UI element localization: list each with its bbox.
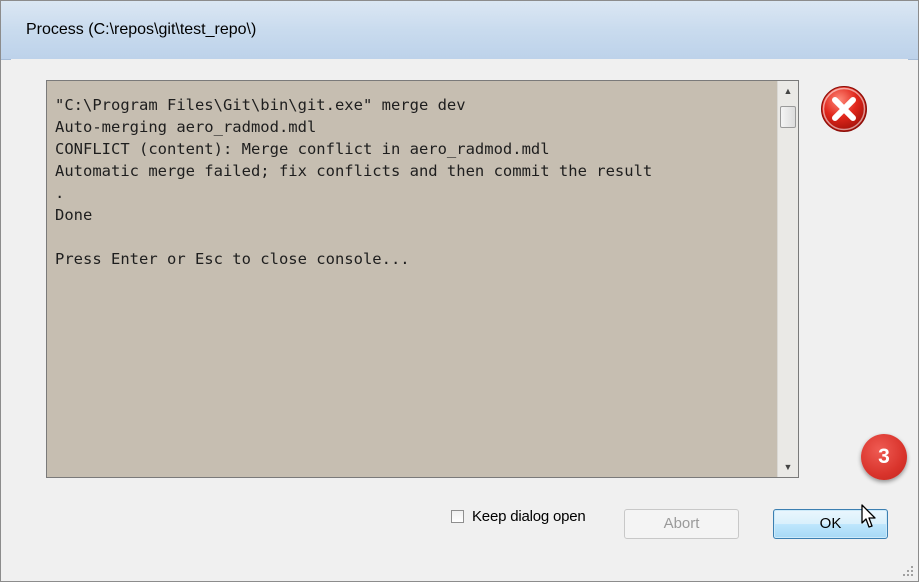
error-icon [821,86,867,132]
abort-button[interactable]: Abort [624,509,739,539]
dialog-body: "C:\Program Files\Git\bin\git.exe" merge… [11,59,908,571]
scroll-up-icon[interactable]: ▲ [778,81,798,101]
title-bar[interactable]: Process (C:\repos\git\test_repo\) [1,1,918,60]
console-output-text: "C:\Program Files\Git\bin\git.exe" merge… [55,96,653,268]
resize-grip-icon[interactable] [902,565,914,577]
vertical-scrollbar[interactable]: ▲ ▼ [777,81,798,477]
scroll-thumb[interactable] [780,106,796,128]
console-output-panel[interactable]: "C:\Program Files\Git\bin\git.exe" merge… [46,80,799,478]
scroll-down-icon[interactable]: ▼ [778,457,798,477]
process-dialog: Process (C:\repos\git\test_repo\) "C:\Pr… [0,0,919,582]
mouse-pointer-icon [857,504,876,528]
keep-dialog-open-label: Keep dialog open [472,507,586,525]
step-number-badge: 3 [861,434,907,480]
window-title: Process (C:\repos\git\test_repo\) [26,21,257,38]
keep-dialog-open-option[interactable]: Keep dialog open [451,505,586,527]
keep-dialog-open-checkbox[interactable] [451,509,464,523]
